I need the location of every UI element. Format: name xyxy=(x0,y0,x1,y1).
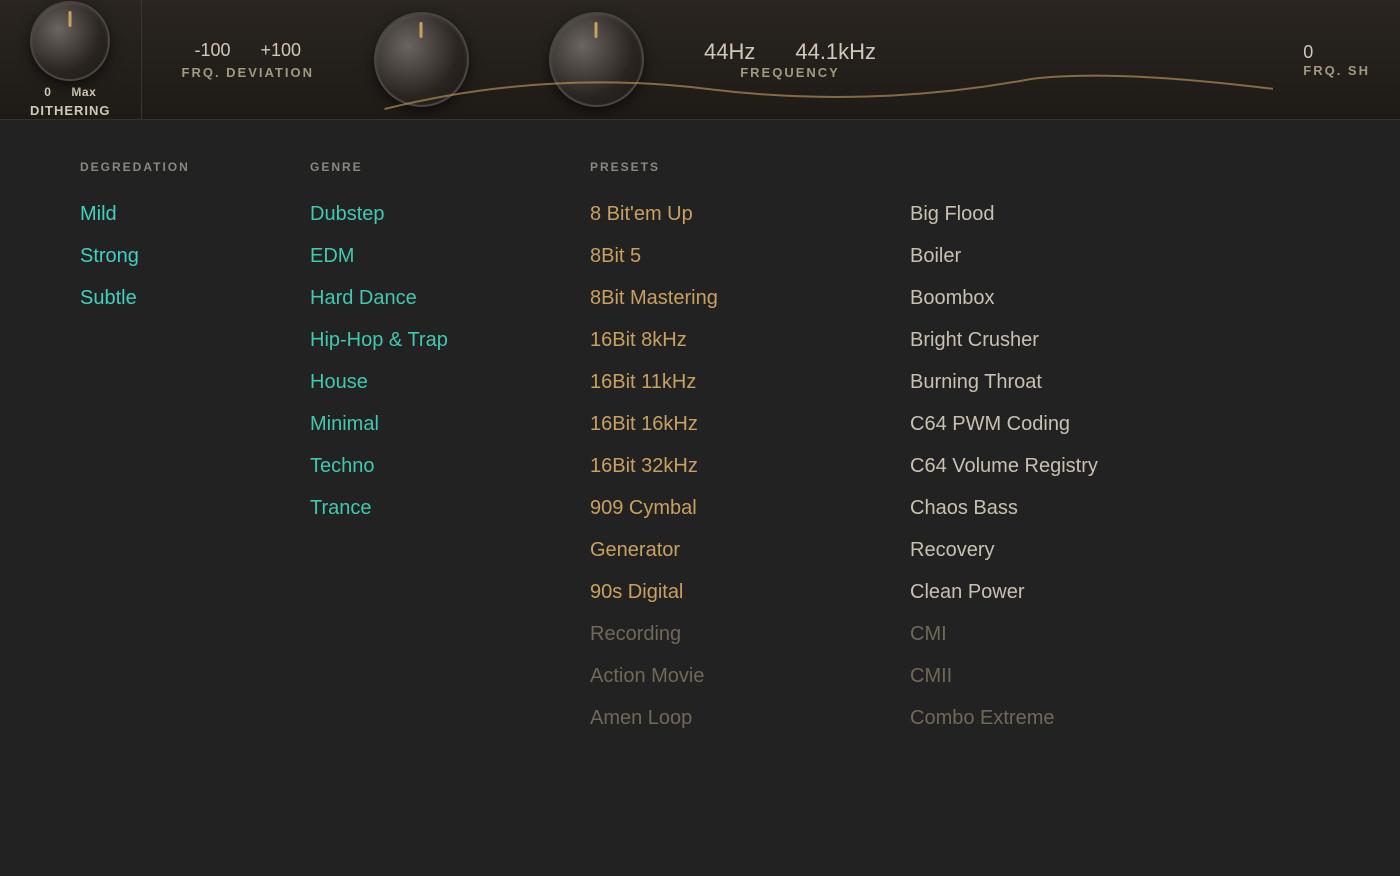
preset-c64-volume-registry[interactable]: C64 Volume Registry xyxy=(910,454,1320,478)
deviation-max: +100 xyxy=(260,40,301,61)
preset-c64-pwm-coding[interactable]: C64 PWM Coding xyxy=(910,412,1320,436)
freq-values: 44Hz 44.1kHz xyxy=(704,39,876,65)
preset-burning-throat[interactable]: Burning Throat xyxy=(910,370,1320,394)
freq-deviation-section: -100 +100 FRQ. DEVIATION 44Hz 44.1kHz FR… xyxy=(142,0,1274,119)
dithering-max: Max xyxy=(71,85,96,99)
preset-boiler[interactable]: Boiler xyxy=(910,244,1320,268)
preset-8bit5[interactable]: 8Bit 5 xyxy=(590,244,910,268)
preset-combo-extreme[interactable]: Combo Extreme xyxy=(910,706,1320,730)
genre-item-minimal[interactable]: Minimal xyxy=(310,412,590,436)
preset-16bit-8khz[interactable]: 16Bit 8kHz xyxy=(590,328,910,352)
preset-clean-power[interactable]: Clean Power xyxy=(910,580,1320,604)
genre-item-trance[interactable]: Trance xyxy=(310,496,590,520)
dithering-min: 0 xyxy=(44,85,51,99)
preset-action-movie[interactable]: Action Movie xyxy=(590,664,910,688)
preset-bright-crusher[interactable]: Bright Crusher xyxy=(910,328,1320,352)
main-content: DEGREDATION Mild Strong Subtle GENRE Dub… xyxy=(0,120,1400,876)
frq-sh-section: 0 FRQ. SH xyxy=(1273,42,1400,78)
presets-left-column: PRESETS 8 Bit'em Up 8Bit 5 8Bit Masterin… xyxy=(590,160,910,836)
degradation-header: DEGREDATION xyxy=(80,160,310,174)
freq-value-2: 44.1kHz xyxy=(795,39,876,65)
dithering-title: DITHERING xyxy=(30,103,111,118)
preset-boombox[interactable]: Boombox xyxy=(910,286,1320,310)
deviation-label: FRQ. DEVIATION xyxy=(182,65,314,80)
preset-16bit-16khz[interactable]: 16Bit 16kHz xyxy=(590,412,910,436)
frq-sh-value: 0 xyxy=(1303,42,1313,63)
dithering-section: 0 Max DITHERING xyxy=(0,0,142,119)
preset-big-flood[interactable]: Big Flood xyxy=(910,202,1320,226)
deviation-section: -100 +100 FRQ. DEVIATION xyxy=(182,40,314,80)
presets-header: PRESETS xyxy=(590,160,910,174)
genre-item-hard-dance[interactable]: Hard Dance xyxy=(310,286,590,310)
preset-8bit-mastering[interactable]: 8Bit Mastering xyxy=(590,286,910,310)
genre-item-dubstep[interactable]: Dubstep xyxy=(310,202,590,226)
dithering-knob-container: 0 Max DITHERING xyxy=(30,1,111,118)
freq-display: -100 +100 FRQ. DEVIATION 44Hz 44.1kHz FR… xyxy=(182,12,877,107)
preset-cmi[interactable]: CMI xyxy=(910,622,1320,646)
preset-recording[interactable]: Recording xyxy=(590,622,910,646)
genre-item-edm[interactable]: EDM xyxy=(310,244,590,268)
genre-item-hiphop-trap[interactable]: Hip-Hop & Trap xyxy=(310,328,590,352)
freq-knob-right[interactable] xyxy=(549,12,644,107)
freq-knobs xyxy=(374,12,644,107)
top-panel: 0 Max DITHERING -100 +100 FRQ. DEVIATION xyxy=(0,0,1400,120)
dithering-labels: 0 Max xyxy=(44,85,96,99)
freq-knob-left[interactable] xyxy=(374,12,469,107)
preset-generator[interactable]: Generator xyxy=(590,538,910,562)
genre-column: GENRE Dubstep EDM Hard Dance Hip-Hop & T… xyxy=(310,160,590,836)
deviation-min: -100 xyxy=(194,40,230,61)
degradation-item-subtle[interactable]: Subtle xyxy=(80,286,310,310)
frequency-label: FREQUENCY xyxy=(740,65,840,80)
genre-item-techno[interactable]: Techno xyxy=(310,454,590,478)
preset-amen-loop[interactable]: Amen Loop xyxy=(590,706,910,730)
preset-90s-digital[interactable]: 90s Digital xyxy=(590,580,910,604)
preset-cmii[interactable]: CMII xyxy=(910,664,1320,688)
preset-chaos-bass[interactable]: Chaos Bass xyxy=(910,496,1320,520)
preset-8bitem-up[interactable]: 8 Bit'em Up xyxy=(590,202,910,226)
dithering-knob[interactable] xyxy=(30,1,110,81)
preset-16bit-11khz[interactable]: 16Bit 11kHz xyxy=(590,370,910,394)
frq-sh-label: FRQ. SH xyxy=(1303,63,1370,78)
degradation-item-mild[interactable]: Mild xyxy=(80,202,310,226)
preset-recovery[interactable]: Recovery xyxy=(910,538,1320,562)
genre-header: GENRE xyxy=(310,160,590,174)
deviation-range: -100 +100 xyxy=(194,40,301,61)
freq-value-1: 44Hz xyxy=(704,39,755,65)
frequency-group: 44Hz 44.1kHz FREQUENCY xyxy=(704,39,876,80)
genre-item-house[interactable]: House xyxy=(310,370,590,394)
preset-909-cymbal[interactable]: 909 Cymbal xyxy=(590,496,910,520)
preset-16bit-32khz[interactable]: 16Bit 32kHz xyxy=(590,454,910,478)
presets-right-column: PRESETS Big Flood Boiler Boombox Bright … xyxy=(910,160,1320,836)
degradation-item-strong[interactable]: Strong xyxy=(80,244,310,268)
degradation-column: DEGREDATION Mild Strong Subtle xyxy=(80,160,310,836)
